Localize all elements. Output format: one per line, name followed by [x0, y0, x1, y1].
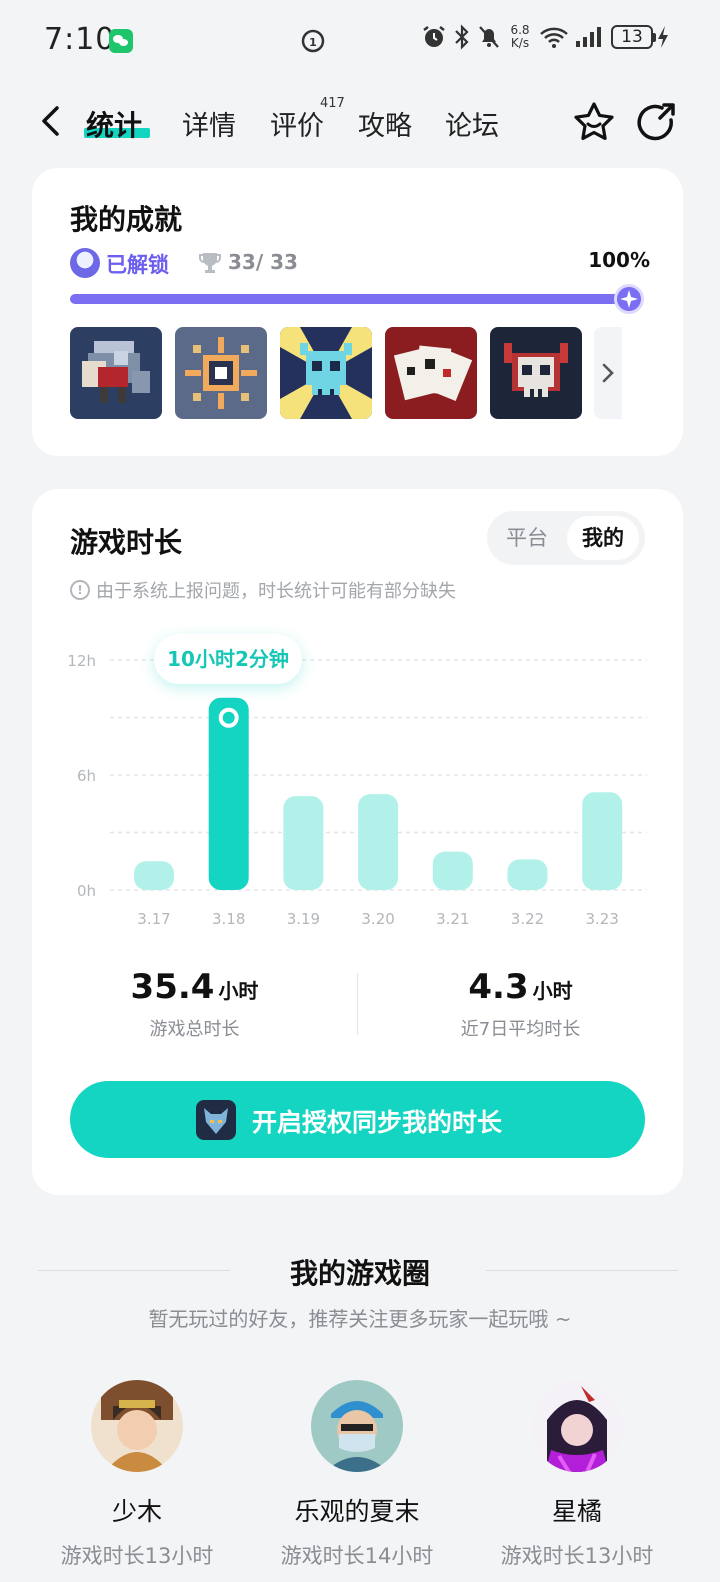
friend-name: 星橘: [551, 1497, 602, 1526]
unlock-avatar-icon: [70, 248, 100, 278]
achievement-count: 33/ 33: [228, 250, 298, 274]
back-icon[interactable]: [38, 104, 64, 142]
playtime-bar-chart: 12h 6h 0h 3.17 3.18 3.19 3.20 3.21 3.22 3.23: [67, 652, 647, 928]
achievement-progress-bar: [70, 294, 642, 304]
playtime-title: 游戏时长: [70, 526, 183, 559]
total-playtime-stat: 35.4 小时 游戏总时长: [32, 967, 357, 1041]
trophy-icon: [198, 250, 222, 280]
favorite-star-icon[interactable]: [572, 100, 616, 146]
friend-name: 少木: [111, 1497, 162, 1526]
toggle-platform[interactable]: 平台: [493, 516, 561, 560]
battery-indicator: 13: [611, 25, 670, 49]
sync-playtime-button[interactable]: 开启授权同步我的时长: [70, 1081, 645, 1158]
data-saver-icon: 1: [300, 28, 326, 58]
y-tick-label: 12h: [67, 652, 96, 670]
chart-bar[interactable]: [432, 851, 473, 890]
info-icon: !: [70, 580, 90, 600]
chart-bar[interactable]: [582, 792, 623, 890]
y-tick-label: 0h: [77, 882, 96, 900]
tab-stats[interactable]: 统计: [86, 104, 142, 144]
wolf-app-icon: [196, 1100, 236, 1140]
playtime-stats: 35.4 小时 游戏总时长 4.3 小时 近7日平均时长: [32, 967, 683, 1040]
badges-more-chevron-icon[interactable]: [594, 327, 622, 419]
unlocked-label: 已解锁: [106, 253, 169, 277]
friend-name: 乐观的夏末: [294, 1497, 420, 1526]
achievement-progress-fill: [70, 294, 642, 304]
data-source-toggle[interactable]: 平台 我的: [487, 511, 645, 565]
friend-playtime: 游戏时长14小时: [280, 1544, 434, 1568]
alarm-icon: [423, 26, 445, 47]
bar-tooltip: 10小时2分钟: [154, 634, 302, 684]
chart-bar[interactable]: [507, 859, 548, 890]
warrior-badge-icon[interactable]: [70, 327, 162, 419]
friend-card[interactable]: 乐观的夏末 游戏时长14小时: [262, 1380, 452, 1570]
game-circle-title: 我的游戏圈: [289, 1257, 430, 1290]
x-tick-label: 3.23: [585, 910, 618, 928]
top-nav: 统计 详情 评价 417 攻略 论坛: [0, 90, 720, 154]
share-icon[interactable]: [636, 102, 676, 146]
sync-button-label: 开启授权同步我的时长: [252, 1108, 503, 1137]
svg-text:1: 1: [309, 36, 317, 49]
wechat-notification-icon: [109, 29, 133, 53]
x-tick-label: 3.20: [361, 910, 394, 928]
friend-card[interactable]: 少木 游戏时长13小时: [42, 1380, 232, 1570]
x-tick-label: 3.22: [511, 910, 544, 928]
achievement-badges: [70, 327, 582, 419]
achievements-title: 我的成就: [70, 203, 183, 236]
toggle-mine[interactable]: 我的: [567, 516, 639, 560]
status-indicators: 6.8 K/s 13: [421, 24, 670, 50]
unlock-summary: 已解锁 33/ 33 100%: [70, 248, 650, 280]
mute-icon: [479, 26, 499, 48]
total-playtime-label: 游戏总时长: [149, 1019, 240, 1040]
friend-playtime: 游戏时长13小时: [500, 1544, 654, 1568]
progress-sparkle-icon: [614, 284, 644, 314]
avatar[interactable]: [91, 1380, 183, 1472]
friend-card[interactable]: 星橘 游戏时长13小时: [482, 1380, 672, 1570]
data-notice: ! 由于系统上报问题，时长统计可能有部分缺失: [70, 577, 456, 603]
achievement-percent: 100%: [588, 248, 650, 272]
charging-icon: [658, 26, 668, 48]
x-tick-label: 3.19: [287, 910, 320, 928]
friend-playtime: 游戏时长13小时: [60, 1544, 214, 1568]
total-playtime-unit: 小时: [218, 979, 259, 1003]
avatar[interactable]: [311, 1380, 403, 1472]
tab-reviews[interactable]: 评价: [270, 104, 324, 143]
chart-bar[interactable]: [283, 796, 324, 890]
total-playtime-value: 35.4: [130, 967, 215, 1007]
wifi-icon: [540, 27, 568, 48]
chart-bar[interactable]: [358, 794, 399, 890]
status-bar: 7:10 1 6.8 K/s 13: [0, 0, 720, 84]
tab-details[interactable]: 详情: [182, 104, 236, 143]
battery-level: 13: [611, 25, 653, 49]
signal-icon: [576, 27, 601, 47]
network-speed: 6.8 K/s: [510, 23, 530, 50]
average-playtime-stat: 4.3 小时 近7日平均时长: [358, 967, 683, 1041]
achievements-card[interactable]: 我的成就 已解锁 33/ 33 100%: [32, 168, 683, 456]
status-time: 7:10: [44, 22, 116, 57]
skull-burst-badge-icon[interactable]: [280, 327, 372, 419]
average-playtime-value: 4.3: [468, 967, 529, 1007]
x-tick-label: 3.18: [212, 910, 245, 928]
notice-text: 由于系统上报问题，时长统计可能有部分缺失: [96, 581, 456, 602]
y-tick-label: 6h: [77, 767, 96, 785]
compass-badge-icon[interactable]: [175, 327, 267, 419]
tab-guides[interactable]: 攻略: [358, 104, 412, 143]
playtime-card: 游戏时长 平台 我的 ! 由于系统上报问题，时长统计可能有部分缺失 12h 6h 0…: [32, 489, 683, 1195]
avatar[interactable]: [531, 1380, 623, 1472]
review-count-badge: 417: [320, 96, 345, 111]
x-tick-label: 3.21: [436, 910, 469, 928]
average-playtime-unit: 小时: [532, 979, 573, 1003]
average-playtime-label: 近7日平均时长: [460, 1019, 581, 1040]
bluetooth-icon: [455, 24, 469, 50]
cards-badge-icon[interactable]: [385, 327, 477, 419]
chart-bar[interactable]: [134, 861, 174, 890]
x-tick-label: 3.17: [137, 910, 170, 928]
demon-skull-badge-icon[interactable]: [490, 327, 582, 419]
tab-forum[interactable]: 论坛: [445, 104, 499, 143]
game-circle-subtitle: 暂无玩过的好友，推荐关注更多玩家一起玩哦 ~: [148, 1307, 572, 1331]
